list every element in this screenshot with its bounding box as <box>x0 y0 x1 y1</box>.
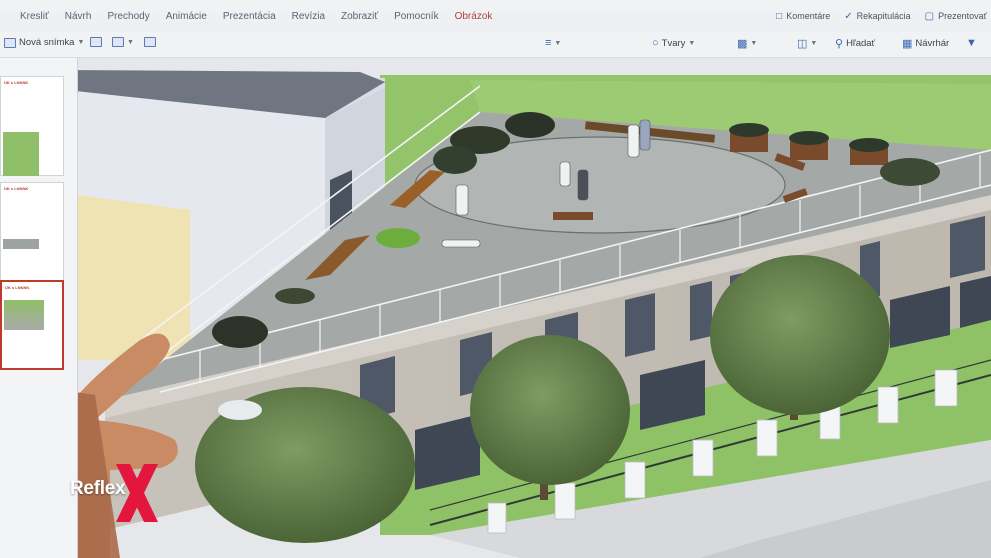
slide-canvas[interactable] <box>78 58 991 558</box>
chevron-down-icon: ▼ <box>750 40 758 47</box>
thumbnail-picture <box>4 300 44 330</box>
ribbon-toolbar: Nová snímka ▼ ▼ ≡ ▼ ○ Tvary ▼ ▩ ▼ ◫ ▼ ⚲ … <box>0 32 991 58</box>
designer-button[interactable]: ▦ Návrhár <box>902 37 949 50</box>
picture-button[interactable] <box>144 37 156 47</box>
thumbnail-title: ÚK s LNNNK <box>4 186 29 191</box>
thumbnail-picture <box>3 132 39 176</box>
chevron-down-icon: ▼ <box>77 39 85 46</box>
align-button[interactable]: ≡ ▼ <box>545 37 561 49</box>
chevron-down-icon: ▼ <box>127 38 134 46</box>
layout-icon <box>90 37 102 47</box>
search-icon: ⚲ <box>835 38 844 50</box>
chevron-down-icon: ▼ <box>688 39 696 47</box>
thumbnail-title: ÚK s LNNNK <box>5 285 30 290</box>
beige-block <box>78 195 190 360</box>
new-slide-icon <box>4 37 16 48</box>
tab-transitions[interactable]: Prechody <box>99 0 157 32</box>
new-slide-button[interactable]: Nová snímka ▼ <box>4 37 84 48</box>
slide-thumbnail-selected[interactable]: ÚK s LNNNK <box>0 280 64 370</box>
arrange-icon: ◫ <box>797 38 808 50</box>
slide-thumbnail[interactable]: ÚK s LNNNK <box>0 76 64 176</box>
chevron-down-icon: ▼ <box>554 39 562 47</box>
comments-button[interactable]: □ Komentáre <box>776 11 830 22</box>
reflex-logo-text: Reflex <box>70 478 126 499</box>
tab-picture[interactable]: Obrázok <box>447 0 501 32</box>
chevron-down-icon: ▼ <box>810 40 818 47</box>
tab-review[interactable]: Revízia <box>284 0 333 32</box>
layout-button[interactable] <box>90 37 102 47</box>
slide-thumbnail-pane: ÚK s LNNNK ÚK s LNNNK ÚK s LNNNK <box>0 58 78 558</box>
section-icon <box>112 37 124 47</box>
thumbnail-title: ÚK s LNNNK <box>4 80 29 85</box>
find-label: Hľadať <box>846 38 876 49</box>
designer-label: Návrhár <box>915 38 950 49</box>
more-button[interactable]: ▼ <box>966 37 977 49</box>
thumbnail-picture <box>3 239 39 249</box>
tab-draw[interactable]: Kresliť <box>12 0 57 32</box>
arrange-button[interactable]: ◫ ▼ <box>797 37 817 50</box>
section-button[interactable]: ▼ <box>112 37 134 47</box>
align-icon: ≡ <box>545 37 552 49</box>
slide-thumbnail[interactable]: ÚK s LNNNK <box>0 182 64 282</box>
comments-label: Komentáre <box>786 11 831 21</box>
recap-label: Rekapitulácia <box>856 11 911 21</box>
present-label: Prezentovať <box>938 11 987 21</box>
find-button[interactable]: ⚲ Hľadať <box>835 37 875 50</box>
recap-icon: ✓ <box>844 10 853 22</box>
fill-button[interactable]: ▩ ▼ <box>737 37 757 50</box>
tab-design[interactable]: Návrh <box>57 0 100 32</box>
shapes-label: Tvary <box>661 37 686 49</box>
tab-animations[interactable]: Animácie <box>158 0 215 32</box>
present-button[interactable]: ▢ Prezentovať <box>925 11 987 22</box>
tab-slideshow[interactable]: Prezentácia <box>215 0 284 32</box>
umbrella <box>218 400 262 420</box>
pen-icon: ▼ <box>966 37 977 49</box>
new-slide-label: Nová snímka <box>19 37 75 48</box>
tab-view[interactable]: Zobraziť <box>333 0 386 32</box>
architectural-render <box>78 58 991 558</box>
recap-button[interactable]: ✓ Rekapitulácia <box>844 11 910 22</box>
ribbon-right-actions: □ Komentáre ✓ Rekapitulácia ▢ Prezentova… <box>776 0 991 32</box>
present-icon: ▢ <box>924 10 935 22</box>
designer-icon: ▦ <box>902 38 913 50</box>
shapes-button[interactable]: ○ Tvary ▼ <box>652 37 695 49</box>
shapes-icon: ○ <box>652 37 659 49</box>
tab-help[interactable]: Pomocník <box>386 0 446 32</box>
comment-icon: □ <box>776 10 783 22</box>
fill-icon: ▩ <box>737 38 748 50</box>
picture-icon <box>144 37 156 47</box>
